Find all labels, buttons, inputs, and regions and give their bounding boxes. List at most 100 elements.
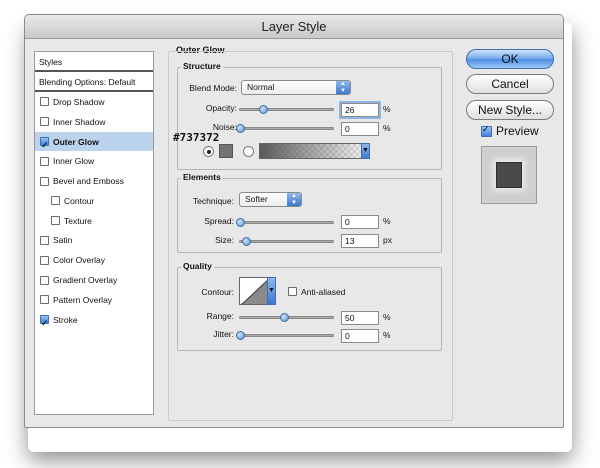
contour-curve-icon	[241, 279, 268, 304]
cancel-button[interactable]: Cancel	[466, 74, 554, 94]
style-item-drop-shadow[interactable]: Drop Shadow	[35, 92, 153, 112]
style-checkbox[interactable]	[40, 97, 49, 107]
layer-style-dialog: Layer Style Styles Blending Options: Def…	[24, 14, 564, 428]
preview-label: Preview	[496, 124, 539, 138]
solid-color-radio[interactable]	[203, 146, 214, 157]
jitter-slider[interactable]	[236, 331, 334, 340]
style-item-label: Pattern Overlay	[53, 294, 113, 305]
styles-list: Styles Blending Options: Default Drop Sh…	[34, 51, 154, 415]
range-label: Range:	[206, 311, 234, 321]
noise-unit: %	[383, 123, 391, 133]
style-item-pattern-overlay[interactable]: Pattern Overlay	[35, 290, 153, 310]
spread-slider[interactable]	[236, 218, 334, 227]
style-item-texture[interactable]: Texture	[35, 211, 153, 231]
style-item-contour[interactable]: Contour	[35, 191, 153, 211]
jitter-unit: %	[383, 330, 391, 340]
style-checkbox[interactable]	[40, 117, 49, 127]
structure-title: Structure	[181, 61, 223, 71]
glow-color-swatch[interactable]	[219, 144, 233, 158]
style-item-label: Contour	[64, 195, 95, 206]
style-checkbox[interactable]	[40, 313, 49, 333]
range-slider-thumb[interactable]	[279, 313, 289, 322]
size-field[interactable]: 13	[341, 234, 379, 248]
size-unit: px	[383, 235, 392, 245]
preview-thumbnail	[481, 146, 537, 204]
blend-mode-select[interactable]: Normal ▲ ▼	[241, 80, 351, 95]
glow-gradient-picker[interactable]	[259, 143, 363, 159]
style-item-outer-glow[interactable]: Outer Glow	[35, 131, 153, 155]
style-checkbox[interactable]	[40, 275, 49, 285]
style-item-inner-glow[interactable]: Inner Glow	[35, 151, 153, 171]
style-checkbox[interactable]	[40, 235, 49, 245]
jitter-slider-thumb[interactable]	[236, 331, 245, 340]
blend-mode-value: Normal	[247, 82, 275, 92]
anti-aliased-label: Anti-aliased	[301, 287, 346, 297]
opacity-field[interactable]: 26	[341, 103, 379, 117]
size-slider[interactable]	[239, 237, 334, 246]
noise-slider-thumb[interactable]	[236, 124, 245, 133]
style-item-label: Bevel and Emboss	[53, 176, 124, 187]
style-item-label: Outer Glow	[53, 136, 99, 147]
anti-aliased-checkbox[interactable]	[288, 287, 297, 296]
elements-title: Elements	[181, 172, 223, 182]
style-item-label: Inner Glow	[53, 156, 95, 167]
spread-unit: %	[383, 216, 391, 226]
window-title: Layer Style	[25, 15, 563, 39]
style-item-stroke[interactable]: Stroke	[35, 310, 153, 333]
contour-dropdown-icon[interactable]: ▼	[267, 277, 276, 305]
style-item-label: Inner Shadow	[53, 116, 106, 127]
style-item-label: Stroke	[53, 314, 78, 325]
style-item-gradient-overlay[interactable]: Gradient Overlay	[35, 270, 153, 290]
technique-select[interactable]: Softer ▲ ▼	[239, 192, 302, 207]
style-item-satin[interactable]: Satin	[35, 231, 153, 251]
style-item-bevel-and-emboss[interactable]: Bevel and Emboss	[35, 171, 153, 191]
opacity-slider[interactable]	[239, 105, 334, 114]
contour-picker[interactable]	[239, 277, 269, 305]
spread-slider-thumb[interactable]	[236, 218, 245, 227]
gradient-radio[interactable]	[243, 146, 254, 157]
range-unit: %	[383, 312, 391, 322]
new-style-button[interactable]: New Style...	[466, 100, 554, 120]
style-item-label: Gradient Overlay	[53, 275, 118, 286]
gradient-dropdown-icon[interactable]: ▼	[361, 143, 370, 159]
style-item-label: Texture	[64, 215, 92, 226]
range-slider[interactable]	[239, 313, 334, 322]
style-item-label: Drop Shadow	[53, 96, 105, 107]
ok-button[interactable]: OK	[466, 49, 554, 69]
contour-label: Contour:	[201, 287, 234, 297]
style-checkbox[interactable]	[40, 255, 49, 265]
technique-label: Technique:	[192, 196, 234, 206]
size-slider-thumb[interactable]	[242, 237, 252, 246]
preview-checkbox[interactable]	[481, 124, 492, 137]
style-item-inner-shadow[interactable]: Inner Shadow	[35, 112, 153, 132]
opacity-unit: %	[383, 104, 391, 114]
blending-options-item[interactable]: Blending Options: Default	[35, 72, 153, 92]
spread-label: Spread:	[204, 216, 234, 226]
style-item-color-overlay[interactable]: Color Overlay	[35, 250, 153, 270]
style-checkbox[interactable]	[51, 196, 60, 206]
select-arrows-icon: ▲ ▼	[336, 81, 350, 94]
spread-field[interactable]: 0	[341, 215, 379, 229]
opacity-label: Opacity:	[205, 103, 237, 113]
quality-title: Quality	[181, 261, 214, 271]
opacity-slider-thumb[interactable]	[258, 105, 268, 114]
size-label: Size:	[215, 235, 234, 245]
blend-mode-label: Blend Mode:	[189, 83, 237, 93]
style-checkbox[interactable]	[40, 176, 49, 186]
technique-value: Softer	[245, 194, 268, 204]
preview-swatch	[496, 162, 522, 188]
select-arrows-icon: ▲ ▼	[287, 193, 301, 206]
style-checkbox[interactable]	[40, 295, 49, 305]
range-field[interactable]: 50	[341, 311, 379, 325]
jitter-label: Jitter:	[213, 329, 234, 339]
noise-slider[interactable]	[236, 124, 334, 133]
style-item-label: Color Overlay	[53, 255, 105, 266]
style-checkbox[interactable]	[40, 135, 49, 155]
noise-field[interactable]: 0	[341, 122, 379, 136]
glow-color-annotation: #737372	[173, 131, 220, 144]
style-item-label: Satin	[53, 235, 73, 246]
styles-header[interactable]: Styles	[35, 52, 153, 72]
jitter-field[interactable]: 0	[341, 329, 379, 343]
style-checkbox[interactable]	[40, 156, 49, 166]
style-checkbox[interactable]	[51, 216, 60, 226]
